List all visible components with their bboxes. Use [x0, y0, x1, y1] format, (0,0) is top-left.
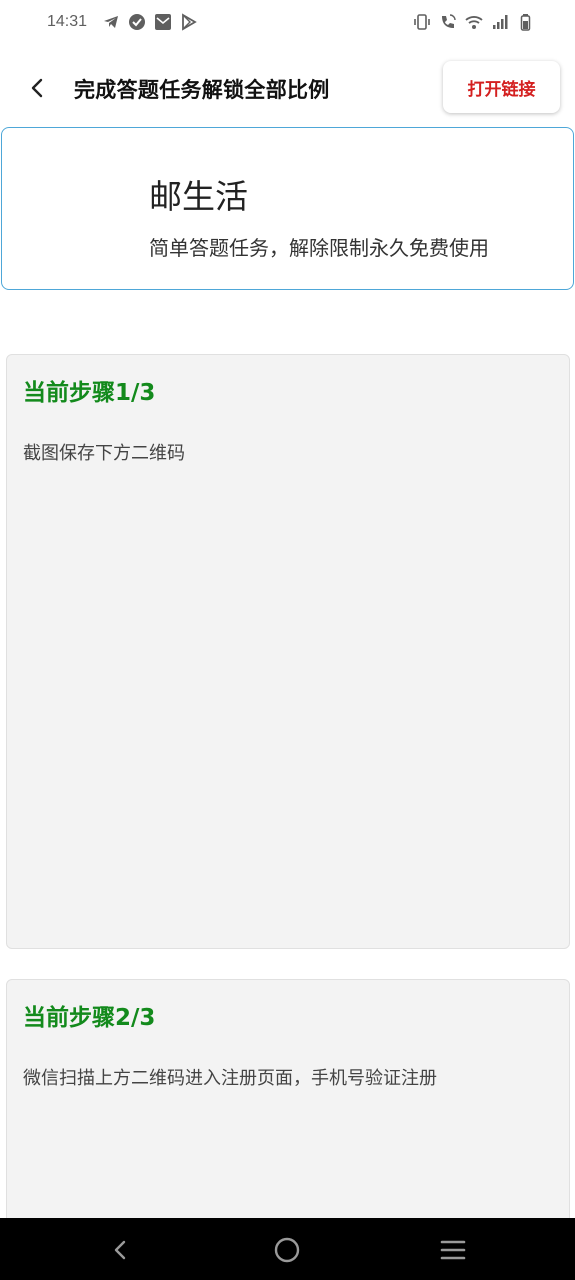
step-description: 微信扫描上方二维码进入注册页面，手机号验证注册 [23, 1068, 437, 1089]
nav-home-button[interactable] [271, 1234, 303, 1266]
status-time: 14:31 [47, 13, 88, 30]
chevron-left-icon [31, 78, 43, 98]
check-circle-icon [128, 13, 146, 31]
step-card-1: 当前步骤1/3 截图保存下方二维码 [6, 354, 570, 949]
back-triangle-icon [114, 1240, 126, 1260]
open-link-button[interactable]: 打开链接 [443, 61, 560, 113]
signal-icon [491, 13, 509, 31]
app-description: 简单答题任务，解除限制永久免费使用 [149, 236, 489, 260]
nav-back-button[interactable] [105, 1234, 137, 1266]
home-circle-icon [274, 1237, 300, 1263]
system-nav-bar [0, 1218, 575, 1280]
step-title: 当前步骤1/3 [23, 380, 156, 406]
page-title: 完成答题任务解锁全部比例 [74, 78, 330, 102]
mail-icon [154, 13, 172, 31]
app-header: 完成答题任务解锁全部比例 打开链接 [0, 58, 575, 120]
step-description: 截图保存下方二维码 [23, 443, 185, 464]
app-name: 邮生活 [149, 177, 248, 216]
nav-recents-button[interactable] [437, 1234, 469, 1266]
back-button[interactable] [20, 70, 56, 106]
wifi-call-icon [439, 13, 457, 31]
telegram-icon [102, 13, 120, 31]
status-bar: 14:31 [0, 0, 575, 48]
step-title: 当前步骤2/3 [23, 1005, 156, 1031]
status-icons-right [413, 13, 535, 31]
app-info-card: 邮生活 简单答题任务，解除限制永久免费使用 [1, 127, 574, 290]
play-store-icon [180, 13, 198, 31]
vibrate-icon [413, 13, 431, 31]
menu-lines-icon [440, 1240, 466, 1260]
wifi-icon [465, 13, 483, 31]
status-icons-left [102, 13, 198, 31]
battery-icon [517, 13, 535, 31]
